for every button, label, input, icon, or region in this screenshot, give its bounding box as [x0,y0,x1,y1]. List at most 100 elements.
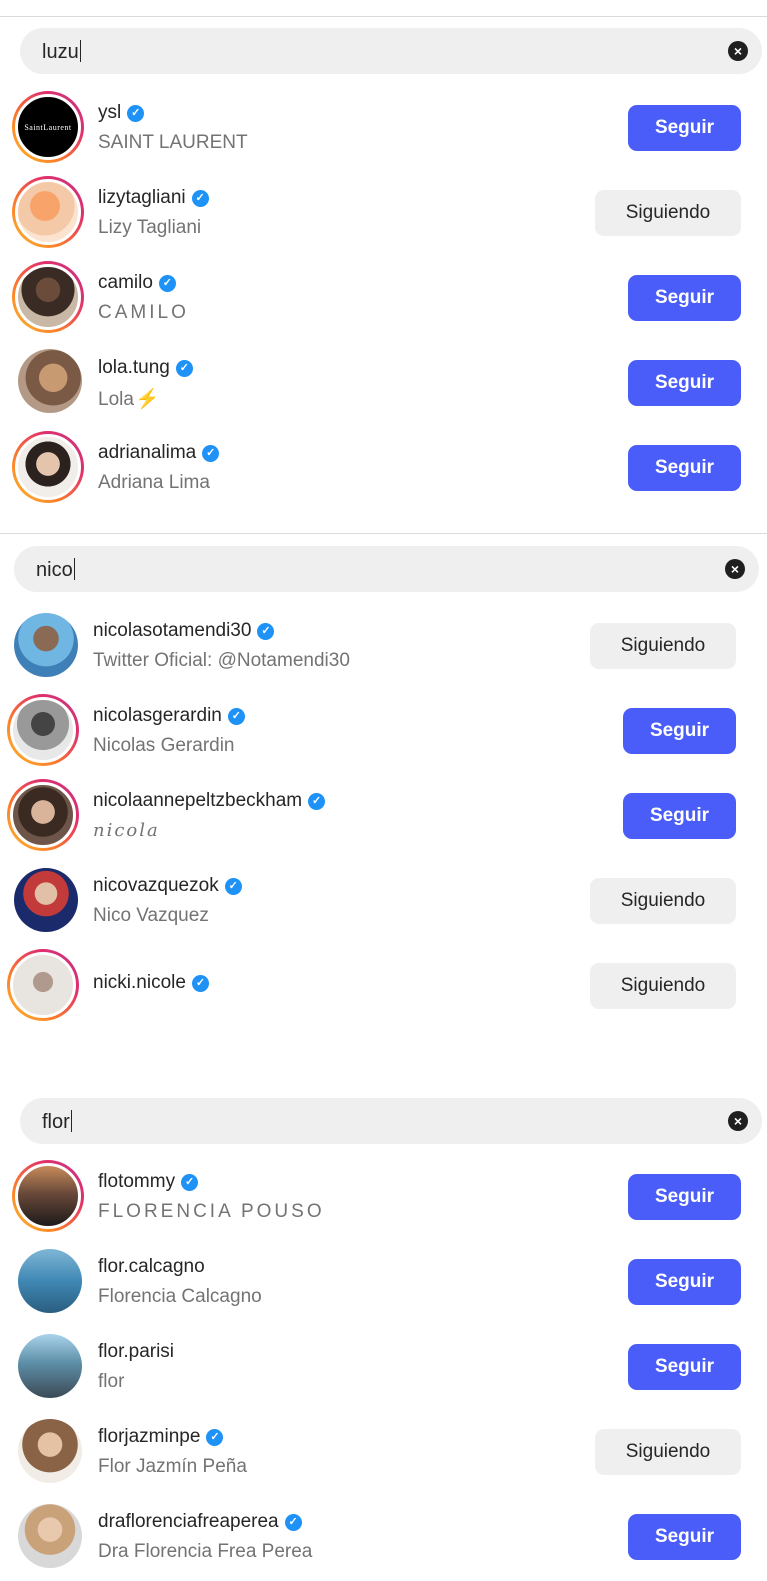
search-input[interactable]: luzu × [20,28,762,74]
full-name: nicola [93,820,160,841]
follow-button[interactable]: Seguir [628,445,741,491]
username[interactable]: flor.calcagno [98,1256,205,1278]
avatar[interactable] [14,613,78,677]
following-button[interactable]: Siguiendo [595,1429,741,1475]
follow-button[interactable]: Seguir [628,275,741,321]
avatar[interactable]: SaintLaurent [12,91,84,163]
clear-search-icon[interactable]: × [728,41,748,61]
search-result-row[interactable]: SaintLaurent ysl ✓ SAINT LAURENT Seguir [0,86,767,171]
full-name: flor [98,1371,125,1392]
username[interactable]: draflorenciafreaperea ✓ [98,1511,302,1533]
search-result-row[interactable]: flotommy ✓ FLORENCIA POUSO Seguir [0,1155,767,1240]
full-name: Flor Jazmín Peña [98,1456,247,1477]
full-name: Adriana Lima [98,472,210,493]
avatar[interactable] [14,868,78,932]
search-result-row[interactable]: nicovazquezok ✓ Nico Vazquez Siguiendo [0,859,767,944]
search-query[interactable]: nico [36,558,75,582]
search-query[interactable]: luzu [42,40,81,64]
verified-badge-icon: ✓ [191,974,209,992]
following-button[interactable]: Siguiendo [590,878,736,924]
avatar[interactable] [18,1419,82,1483]
verified-badge-icon: ✓ [202,444,220,462]
ysl-logo: SaintLaurent [24,123,72,132]
search-result-row[interactable]: nicolaannepeltzbeckham ✓ nicola Seguir [0,774,767,859]
verified-badge-icon: ✓ [257,622,275,640]
username[interactable]: nicolasgerardin ✓ [93,705,245,727]
full-name: Florencia Calcagno [98,1286,262,1307]
follow-button[interactable]: Seguir [628,1259,741,1305]
username[interactable]: flor.parisi [98,1341,174,1363]
username[interactable]: lola.tung ✓ [98,357,193,379]
clear-search-icon[interactable]: × [728,1111,748,1131]
full-name: CAMILO [98,302,189,323]
avatar[interactable] [12,261,84,333]
follow-button[interactable]: Seguir [628,1344,741,1390]
username[interactable]: camilo ✓ [98,272,176,294]
verified-badge-icon: ✓ [227,707,245,725]
avatar[interactable] [12,176,84,248]
avatar[interactable] [7,779,79,851]
search-input[interactable]: nico × [14,546,759,592]
clear-search-icon[interactable]: × [725,559,745,579]
avatar[interactable] [18,1504,82,1568]
full-name: Lizy Tagliani [98,217,202,238]
following-button[interactable]: Siguiendo [595,190,741,236]
avatar[interactable] [18,1334,82,1398]
full-name: Nico Vazquez [93,905,209,926]
follow-button[interactable]: Seguir [628,105,741,151]
verified-badge-icon: ✓ [224,877,242,895]
search-result-row[interactable]: flor.calcagno Florencia Calcagno Seguir [0,1240,767,1325]
avatar[interactable] [7,949,79,1021]
username[interactable]: nicolaannepeltzbeckham ✓ [93,790,326,812]
verified-badge-icon: ✓ [181,1173,199,1191]
username[interactable]: nicki.nicole ✓ [93,972,209,994]
search-result-row[interactable]: camilo ✓ CAMILO Seguir [0,256,767,341]
top-divider [0,16,767,17]
search-result-row[interactable]: lizytagliani ✓ Lizy Tagliani Siguiendo [0,171,767,256]
username[interactable]: nicolasotamendi30 ✓ [93,620,275,642]
search-result-row[interactable]: adrianalima ✓ Adriana Lima Seguir [0,426,767,511]
full-name: Lola ⚡ [98,389,160,411]
search-input[interactable]: flor × [20,1098,762,1144]
verified-badge-icon: ✓ [127,104,145,122]
username[interactable]: adrianalima ✓ [98,442,220,464]
verified-badge-icon: ✓ [308,792,326,810]
panel-divider [0,533,767,534]
username[interactable]: florjazminpe ✓ [98,1426,224,1448]
search-result-row[interactable]: lola.tung ✓ Lola ⚡ Seguir [0,341,767,426]
verified-badge-icon: ✓ [206,1428,224,1446]
follow-button[interactable]: Seguir [623,793,736,839]
avatar[interactable] [18,349,82,413]
verified-badge-icon: ✓ [191,189,209,207]
avatar[interactable] [7,694,79,766]
username[interactable]: flotommy ✓ [98,1171,199,1193]
full-name: SAINT LAURENT [98,132,248,153]
search-result-row[interactable]: florjazminpe ✓ Flor Jazmín Peña Siguiendo [0,1410,767,1495]
search-result-row[interactable]: flor.parisi flor Seguir [0,1325,767,1410]
follow-button[interactable]: Seguir [628,1514,741,1560]
avatar[interactable] [12,431,84,503]
username[interactable]: ysl ✓ [98,102,145,124]
search-result-row[interactable]: draflorenciafreaperea ✓ Dra Florencia Fre… [0,1495,767,1580]
search-result-row[interactable]: nicki.nicole ✓ Siguiendo [0,944,767,1029]
verified-badge-icon: ✓ [158,274,176,292]
avatar[interactable] [12,1160,84,1232]
following-button[interactable]: Siguiendo [590,963,736,1009]
follow-button[interactable]: Seguir [628,1174,741,1220]
username[interactable]: lizytagliani ✓ [98,187,209,209]
full-name: Dra Florencia Frea Perea [98,1541,313,1562]
following-button[interactable]: Siguiendo [590,623,736,669]
verified-badge-icon: ✓ [284,1513,302,1531]
avatar[interactable] [18,1249,82,1313]
search-query[interactable]: flor [42,1110,72,1134]
full-name: Twitter Oficial: @Notamendi30 [93,650,350,671]
full-name: Nicolas Gerardin [93,735,235,756]
username[interactable]: nicovazquezok ✓ [93,875,242,897]
full-name: FLORENCIA POUSO [98,1201,325,1222]
search-result-row[interactable]: nicolasotamendi30 ✓ Twitter Oficial: @Not… [0,604,767,689]
verified-badge-icon: ✓ [175,359,193,377]
lightning-bolt-icon: ⚡ [135,389,160,411]
follow-button[interactable]: Seguir [628,360,741,406]
search-result-row[interactable]: nicolasgerardin ✓ Nicolas Gerardin Seguir [0,689,767,774]
follow-button[interactable]: Seguir [623,708,736,754]
